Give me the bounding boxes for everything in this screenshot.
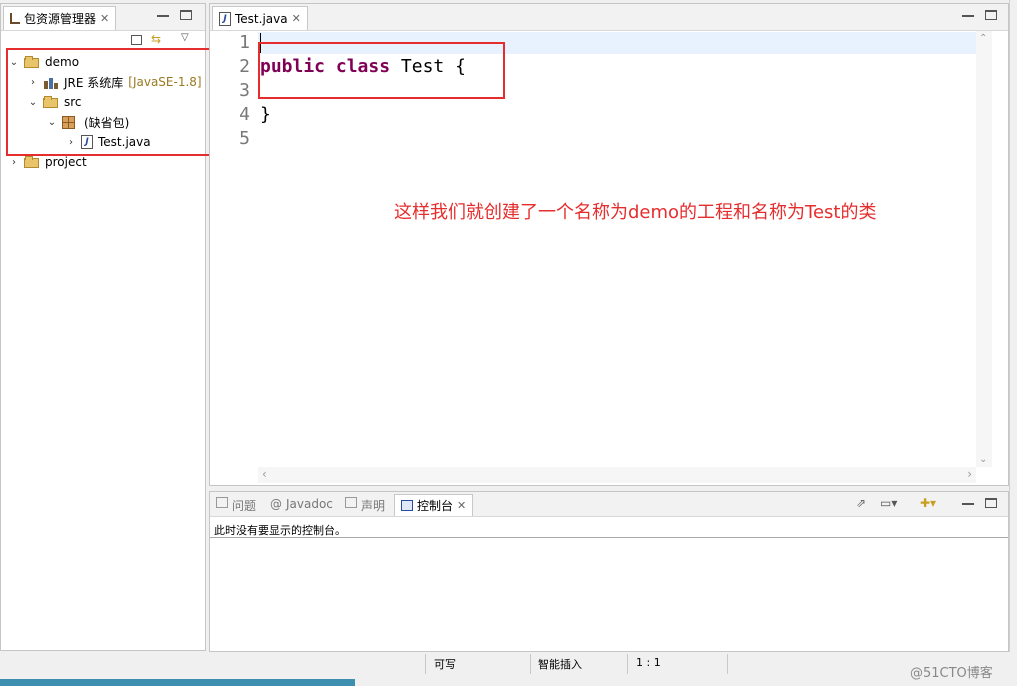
- status-separator: [530, 654, 531, 674]
- project-folder-icon: [24, 156, 40, 168]
- console-divider: [210, 537, 1008, 538]
- tab-console-label: 控制台: [417, 499, 454, 513]
- tab-package-explorer[interactable]: 包资源管理器 ✕: [3, 6, 117, 30]
- line-numbers: 1 2 3 4 5: [210, 32, 250, 152]
- close-icon[interactable]: ✕: [292, 12, 301, 25]
- chevron-right-icon[interactable]: ›: [9, 157, 19, 168]
- display-console-icon[interactable]: ▭▾: [880, 496, 897, 510]
- editor-panel: J Test.java ✕ 1 2 3 4 5 public class Tes…: [209, 3, 1009, 486]
- maximize-button[interactable]: [180, 10, 192, 20]
- horizontal-scrollbar[interactable]: ‹ ›: [258, 467, 976, 483]
- status-separator: [727, 654, 728, 674]
- annotation-text: 这样我们就创建了一个名称为demo的工程和名称为Test的类: [394, 202, 877, 223]
- tab-declaration-label: 声明: [361, 499, 386, 513]
- line-number: 4: [239, 104, 250, 125]
- console-message: 此时没有要显示的控制台。: [214, 524, 346, 537]
- status-cursor-position: 1 : 1: [636, 656, 661, 669]
- status-writable: 可写: [434, 658, 456, 671]
- scroll-left-icon[interactable]: ‹: [262, 467, 267, 481]
- tab-package-explorer-label: 包资源管理器: [24, 12, 97, 26]
- console-icon: [401, 500, 413, 511]
- tab-console[interactable]: 控制台 ✕: [394, 494, 474, 516]
- package-explorer-tabbar: 包资源管理器 ✕: [1, 4, 205, 31]
- minimize-button[interactable]: [157, 15, 169, 17]
- scroll-right-icon[interactable]: ›: [967, 467, 972, 481]
- minimize-button[interactable]: [962, 503, 974, 505]
- collapse-all-icon[interactable]: [131, 35, 142, 45]
- minimize-button[interactable]: [962, 15, 974, 17]
- pin-console-icon[interactable]: ⇗: [856, 496, 866, 510]
- close-icon[interactable]: ✕: [457, 499, 466, 512]
- scroll-down-icon[interactable]: ⌄: [979, 454, 987, 465]
- declaration-icon: [345, 497, 357, 508]
- taskbar-strip: [0, 679, 355, 686]
- package-explorer-icon: [10, 13, 20, 24]
- highlight-box-code: [258, 42, 505, 99]
- line-number: 5: [239, 128, 250, 149]
- console-panel: 问题 @ Javadoc 声明 控制台 ✕ ⇗ ▭▾ ✚▾ 此时没有要显示的控制…: [209, 491, 1009, 652]
- maximize-button[interactable]: [985, 10, 997, 20]
- tab-javadoc[interactable]: @ Javadoc: [270, 497, 333, 511]
- line-number: 1: [239, 32, 250, 53]
- at-icon: @: [270, 497, 282, 511]
- line-number: 2: [239, 56, 250, 77]
- close-icon[interactable]: ✕: [100, 12, 109, 25]
- java-file-icon: J: [219, 11, 231, 26]
- scroll-up-icon[interactable]: ⌃: [979, 33, 987, 44]
- tree-item-label: project: [45, 155, 87, 169]
- status-separator: [627, 654, 628, 674]
- link-with-editor-icon[interactable]: ⇆: [151, 32, 161, 46]
- code-line-4: }: [260, 104, 271, 125]
- right-edge-strip: [1009, 0, 1017, 652]
- tab-problems-label: 问题: [232, 499, 257, 513]
- view-menu-icon[interactable]: ▽: [181, 32, 189, 43]
- console-tabbar: 问题 @ Javadoc 声明 控制台 ✕ ⇗ ▭▾ ✚▾: [210, 492, 1008, 517]
- line-number: 3: [239, 80, 250, 101]
- watermark: @51CTO博客: [910, 666, 993, 681]
- vertical-scrollbar[interactable]: ⌃ ⌄: [976, 31, 992, 467]
- tab-problems[interactable]: 问题: [216, 497, 256, 514]
- status-separator: [425, 654, 426, 674]
- package-explorer-panel: 包资源管理器 ✕ ⇆ ▽ ⌄ demo › JRE 系统库 [JavaSE-1.…: [0, 3, 215, 651]
- tab-javadoc-label: Javadoc: [286, 497, 333, 511]
- editor-tabbar: J Test.java ✕: [210, 4, 1008, 31]
- problems-icon: [216, 497, 228, 508]
- tab-test-java-label: Test.java: [235, 11, 288, 26]
- open-console-icon[interactable]: ✚▾: [920, 496, 936, 510]
- tab-test-java[interactable]: J Test.java ✕: [212, 6, 308, 30]
- highlight-box-tree: [6, 48, 215, 156]
- maximize-button[interactable]: [985, 498, 997, 508]
- status-insert-mode: 智能插入: [538, 658, 582, 671]
- tab-declaration[interactable]: 声明: [345, 497, 385, 514]
